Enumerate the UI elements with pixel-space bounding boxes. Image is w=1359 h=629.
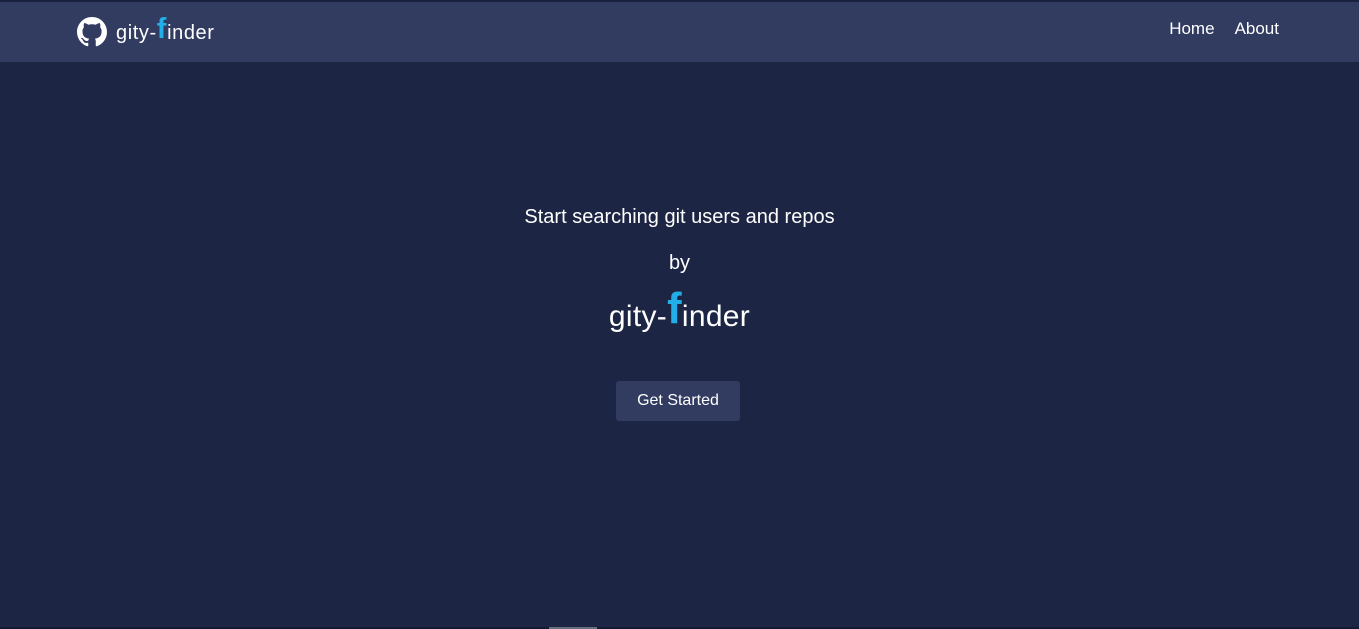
nav-links: Home About bbox=[1149, 2, 1279, 56]
brand-accent-letter: f bbox=[156, 13, 168, 45]
brand-logo-link[interactable]: gity-finder bbox=[77, 2, 215, 62]
hero-brand-suffix: inder bbox=[681, 300, 751, 333]
hero-brand-name: gity-finder bbox=[0, 287, 1359, 334]
brand-suffix: inder bbox=[167, 22, 215, 44]
nav-link-about[interactable]: About bbox=[1235, 19, 1279, 39]
brand-prefix: gity- bbox=[116, 22, 157, 44]
hero-brand-prefix: gity- bbox=[608, 300, 668, 333]
nav-link-home[interactable]: Home bbox=[1169, 19, 1214, 39]
github-octocat-icon bbox=[77, 17, 107, 47]
brand-name: gity-finder bbox=[116, 15, 215, 44]
navbar: gity-finder Home About bbox=[0, 2, 1359, 62]
get-started-button[interactable]: Get Started bbox=[616, 381, 740, 421]
hero-subtitle: Start searching git users and repos bbox=[524, 206, 835, 228]
hero-brand-accent-letter: f bbox=[667, 285, 682, 333]
hero-section: Start searching git users and repos by g… bbox=[0, 62, 1359, 627]
hero-by-text: by bbox=[668, 252, 691, 274]
